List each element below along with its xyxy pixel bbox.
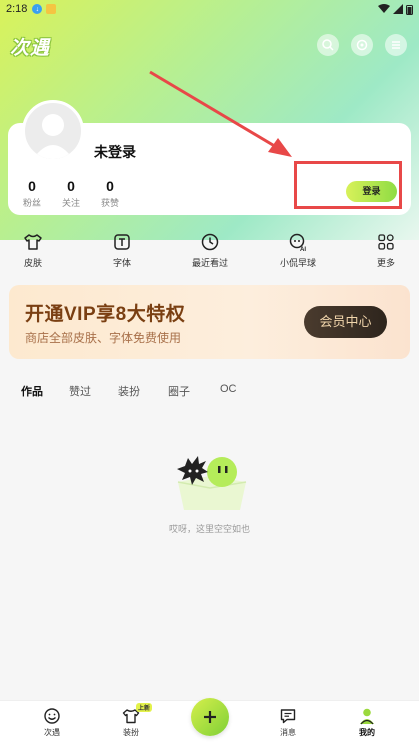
font-icon (114, 234, 130, 250)
quick-actions: 皮肤 字体 最近看过 AI 小侃早球 更多 (0, 232, 419, 272)
quick-action-font[interactable]: 字体 (92, 232, 152, 269)
new-badge: 上新 (136, 703, 153, 712)
wifi-icon (378, 4, 390, 13)
svg-text:AI: AI (300, 247, 306, 252)
settings-button[interactable] (351, 34, 373, 56)
stat-label: 关注 (61, 198, 80, 208)
ai-bot-icon: AI (289, 233, 306, 252)
nav-item-label: 我的 (359, 728, 375, 737)
signal-icon (393, 4, 403, 14)
stat-fans[interactable]: 0 粉丝 (12, 178, 52, 209)
empty-state-text: 哎呀，这里空空如也 (168, 524, 250, 534)
message-icon (280, 709, 296, 724)
battery-icon (406, 4, 413, 15)
tab-oc[interactable]: OC (220, 383, 237, 395)
quick-action-label: 皮肤 (23, 258, 42, 268)
stat-value: 0 (28, 178, 36, 194)
menu-icon (392, 41, 400, 49)
default-avatar-icon (33, 114, 73, 159)
tab-dressup[interactable]: 装扮 (118, 383, 140, 399)
annotation-highlight-box (294, 161, 402, 209)
person-icon (360, 708, 374, 725)
empty-box-illustration (177, 456, 247, 510)
vip-title: 开通VIP享8大特权 (25, 304, 186, 325)
quick-action-skin[interactable]: 皮肤 (3, 232, 63, 269)
quick-action-ai[interactable]: AI 小侃早球 (268, 232, 328, 269)
app-logo: 次遇 (10, 38, 51, 59)
plus-icon (204, 711, 216, 723)
quick-action-label: 更多 (376, 258, 395, 268)
vip-subtitle: 商店全部皮肤、字体免费使用 (25, 331, 182, 345)
quick-action-recent[interactable]: 最近看过 (180, 232, 240, 269)
clock-icon (201, 233, 219, 251)
nav-item-home[interactable]: 次遇 (27, 707, 77, 738)
quick-action-label: 最近看过 (191, 258, 228, 268)
tab-works[interactable]: 作品 (21, 383, 43, 399)
quick-action-more[interactable]: 更多 (356, 232, 416, 269)
gear-icon (356, 39, 368, 51)
quick-action-label: 字体 (112, 258, 131, 268)
grid-icon (378, 234, 394, 250)
member-center-button[interactable]: 会员中心 (304, 306, 387, 338)
status-time: 2:18 (6, 3, 28, 15)
content-tabs: 作品 赞过 装扮 圈子 OC (0, 383, 419, 403)
tab-liked[interactable]: 赞过 (69, 383, 91, 399)
tab-circles[interactable]: 圈子 (168, 383, 190, 399)
shield-status-icon (46, 4, 57, 14)
nav-item-messages[interactable]: 消息 (263, 707, 313, 738)
stat-likes[interactable]: 0 获赞 (90, 178, 130, 209)
search-icon (322, 39, 334, 51)
smile-icon (44, 708, 60, 724)
username[interactable]: 未登录 (94, 142, 136, 162)
notification-app-icon: ↓ (32, 4, 43, 14)
nav-item-label: 消息 (280, 728, 296, 737)
menu-button[interactable] (385, 34, 407, 56)
create-button[interactable] (191, 698, 229, 736)
nav-item-profile[interactable]: 我的 (342, 707, 392, 738)
stat-label: 获赞 (100, 198, 119, 208)
stat-value: 0 (67, 178, 75, 194)
search-button[interactable] (317, 34, 339, 56)
stat-value: 0 (106, 178, 114, 194)
status-bar: 2:18 ↓ (0, 0, 419, 18)
shirt-icon (24, 234, 42, 250)
avatar[interactable] (22, 100, 84, 162)
nav-item-label: 次遇 (44, 728, 60, 737)
quick-action-label: 小侃早球 (279, 258, 316, 268)
stat-following[interactable]: 0 关注 (51, 178, 91, 209)
nav-item-label: 装扮 (123, 728, 139, 737)
stat-label: 粉丝 (22, 198, 41, 208)
